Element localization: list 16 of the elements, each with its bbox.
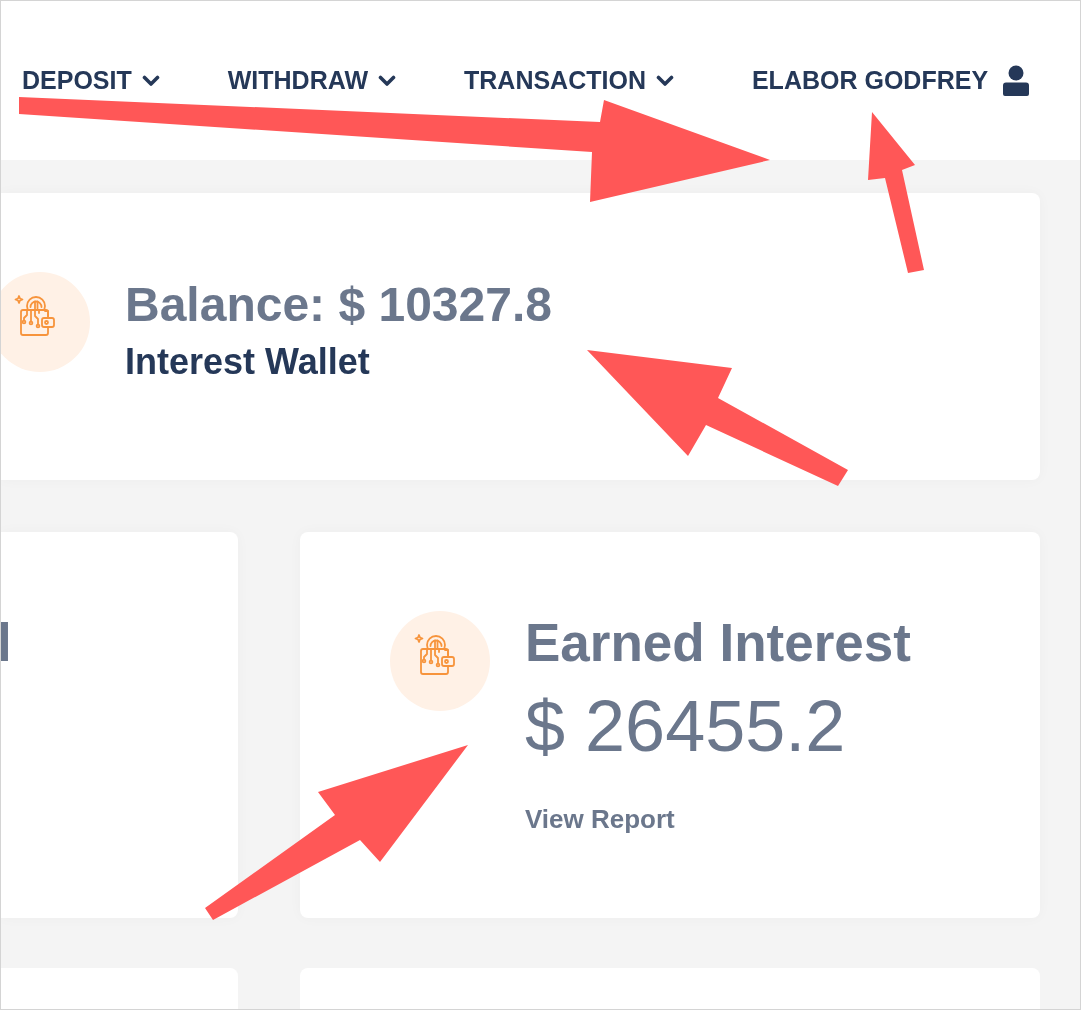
chevron-down-icon	[141, 74, 160, 87]
chevron-down-icon	[655, 74, 674, 87]
card-title: Earned Interest	[525, 613, 911, 674]
view-report-link[interactable]: View Report	[525, 803, 675, 835]
card-title: l	[1, 613, 12, 674]
wallet-icon	[1, 272, 90, 372]
user-menu[interactable]: ELABOR GODFREY	[751, 65, 1030, 96]
nav-menu-item[interactable]: TRANSACTION	[464, 66, 674, 95]
nav-menu-item[interactable]: WITHDRAW	[227, 66, 396, 95]
user-icon	[1003, 65, 1030, 96]
nav-menu-item[interactable]: DEPOSIT	[22, 66, 160, 95]
wallet-icon	[390, 611, 490, 711]
balance-amount: Balance: $ 10327.8	[125, 277, 552, 333]
wallet-label: Interest Wallet	[125, 340, 371, 384]
chevron-down-icon	[378, 74, 396, 87]
interest-amount: $ 26455.2	[525, 684, 847, 768]
